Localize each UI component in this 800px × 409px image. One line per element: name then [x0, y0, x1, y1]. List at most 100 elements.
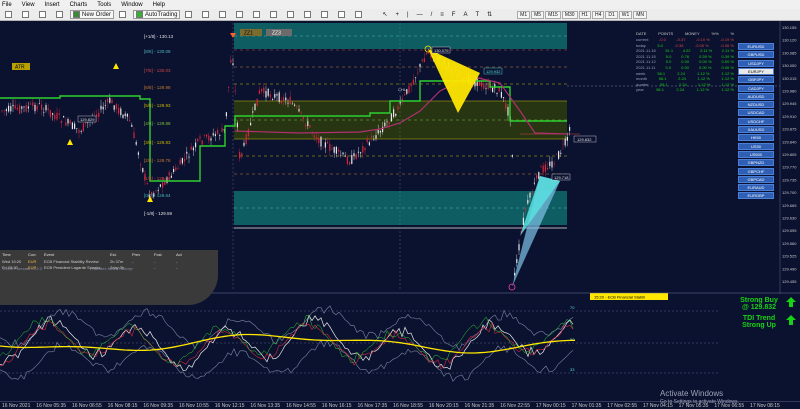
candle-body: [58, 113, 60, 115]
tf-d1[interactable]: D1: [605, 10, 618, 19]
market-watch-icon: [39, 11, 46, 18]
profiles-button[interactable]: [19, 10, 34, 19]
symbol-button-nzdusd[interactable]: NZDUSD: [738, 101, 774, 109]
tf-m5[interactable]: M5: [531, 10, 545, 19]
templates-button[interactable]: [352, 10, 367, 19]
candle-body: [388, 121, 390, 124]
tf-w1[interactable]: W1: [618, 10, 633, 19]
bar-chart-button[interactable]: [182, 10, 197, 19]
price-tag-mid-text: 129.932: [486, 69, 501, 74]
stats-cell: 1.12 %: [696, 87, 710, 93]
new-order-button[interactable]: New Order: [70, 10, 115, 19]
menu-charts[interactable]: Charts: [70, 2, 88, 8]
symbol-button-usdjpy[interactable]: USDJPY: [738, 59, 774, 67]
auto-trading-button[interactable]: AutoTrading: [133, 10, 181, 19]
candle-body: [300, 111, 302, 113]
symbol-button-xauusd[interactable]: XAUUSD: [738, 126, 774, 133]
menu-help[interactable]: Help: [153, 2, 165, 8]
candle-chart-button[interactable]: [199, 10, 214, 19]
tile-button[interactable]: [267, 10, 282, 19]
label-button[interactable]: T: [472, 10, 482, 19]
candle-body: [522, 217, 524, 225]
symbol-button-gbpjpy[interactable]: GBPJPY: [738, 76, 774, 84]
trendline-button[interactable]: /: [428, 10, 436, 19]
candle-body: [318, 138, 320, 144]
tf-h1[interactable]: H1: [578, 10, 591, 19]
arrows-button[interactable]: ⇅: [484, 10, 495, 19]
autoscroll-button[interactable]: [284, 10, 299, 19]
price-axis[interactable]: 130.155 130.120 130.085 130.050 130.015 129.9…: [782, 25, 797, 284]
symbol-button-euraud[interactable]: EURAUD: [738, 184, 774, 192]
level-label: [2/8] - 129.78: [144, 158, 171, 163]
tf-m15[interactable]: M15: [545, 10, 561, 19]
symbol-button-cadjpy[interactable]: CADJPY: [738, 84, 774, 92]
candle-body: [373, 139, 375, 141]
indicators-button[interactable]: [318, 10, 333, 19]
signal-panel: Strong Buy @ 129.832 TDI Trend Strong Up: [718, 294, 800, 409]
candle-body: [19, 105, 21, 114]
line-chart-button[interactable]: [216, 10, 231, 19]
editor-button[interactable]: [116, 10, 131, 19]
zoom-in-button[interactable]: [233, 10, 248, 19]
text-button[interactable]: A: [460, 10, 470, 19]
menu-insert[interactable]: Insert: [45, 2, 60, 8]
symbol-button-hk50[interactable]: HK50: [738, 134, 774, 142]
cursor-button[interactable]: ↖: [379, 10, 390, 19]
candle-body: [25, 105, 27, 112]
menu-view[interactable]: View: [22, 2, 35, 8]
symbol-button-gbpchf[interactable]: GBPCHF: [738, 167, 774, 175]
symbol-button-eurgbp[interactable]: EURGBP: [738, 192, 774, 200]
candle-body: [8, 105, 10, 112]
zz1-label: ZZ1: [244, 31, 253, 37]
price-axis-label: 130.120: [782, 38, 797, 43]
symbol-button-eurusd[interactable]: EURUSD: [738, 43, 774, 50]
symbol-button-gbpnzd[interactable]: GBPNZD: [738, 159, 774, 167]
chart-shift-button[interactable]: [301, 10, 316, 19]
symbol-button-us30[interactable]: US30: [738, 142, 774, 150]
candle-body: [544, 164, 546, 172]
menu-file[interactable]: File: [2, 2, 12, 8]
time-axis-label: 16 Nov 05:35: [36, 402, 67, 409]
candle-body: [377, 129, 379, 134]
candle-body: [410, 83, 412, 87]
periods-button[interactable]: [335, 10, 350, 19]
tf-m1[interactable]: M1: [517, 10, 531, 19]
news-header: Time Curr. Event Est. Prev Fcst Act: [2, 252, 216, 257]
candle-body: [360, 152, 362, 154]
channel-button[interactable]: ≡: [437, 10, 447, 19]
vertical-line-button[interactable]: |: [404, 10, 412, 19]
price-axis-label: 129.980: [782, 89, 797, 94]
symbol-button-gbpcad[interactable]: GBPCAD: [738, 175, 774, 183]
fibo-button[interactable]: F: [449, 10, 459, 19]
zoom-out-icon: [253, 11, 261, 18]
news-cell: -: [176, 265, 178, 270]
price-tag-top-text: 130.079: [434, 48, 449, 53]
menu-window[interactable]: Window: [121, 2, 142, 8]
crosshair-button[interactable]: +: [393, 10, 403, 19]
symbol-button-eurjpy[interactable]: EURJPY: [738, 67, 774, 75]
navigator-button[interactable]: [53, 10, 68, 19]
horizontal-line-button[interactable]: —: [414, 10, 426, 19]
editor-icon: [119, 11, 127, 18]
symbol-button-us500[interactable]: US500: [738, 150, 774, 158]
symbol-button-usdchf[interactable]: USDCHF: [738, 117, 774, 125]
candle-body: [186, 151, 188, 154]
new-chart-button[interactable]: [2, 10, 17, 19]
symbol-button-gbpusd[interactable]: GBPUSD: [738, 51, 774, 59]
chart-area[interactable]: [+1/8] - 130.13 [8/8] - 130.08 [7/8] - 1…: [0, 21, 800, 409]
zoom-out-button[interactable]: [250, 10, 265, 19]
symbol-button-usdcad[interactable]: USDCAD: [738, 109, 774, 117]
tf-h4[interactable]: H4: [591, 10, 605, 19]
tf-m30[interactable]: M30: [561, 10, 578, 19]
market-watch-button[interactable]: [36, 10, 51, 19]
menu-tools[interactable]: Tools: [97, 2, 111, 8]
candle-body: [342, 152, 344, 155]
candle-body: [63, 116, 65, 118]
tdi-indicator: [0, 305, 576, 382]
candle-body: [232, 63, 234, 66]
candle-body: [254, 103, 256, 111]
tf-mn[interactable]: MN: [633, 10, 648, 19]
symbol-button-audusd[interactable]: AUDUSD: [738, 92, 774, 100]
stats-header-pct2: %: [730, 31, 734, 36]
candle-body: [45, 104, 47, 111]
